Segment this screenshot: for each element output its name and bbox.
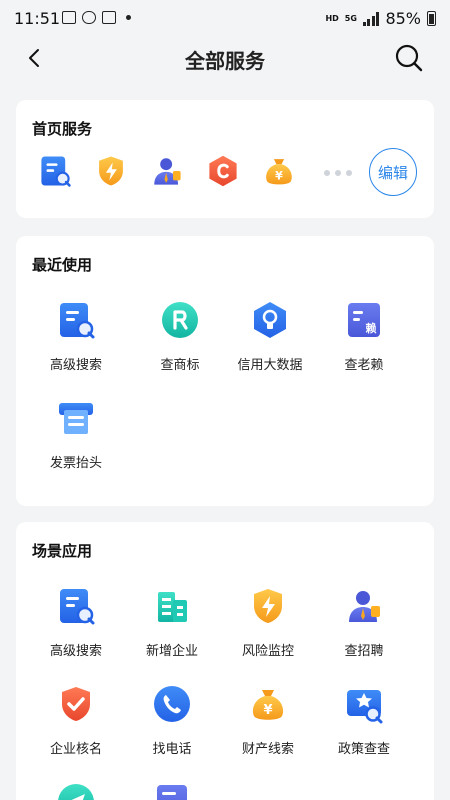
recent-item-label: 查商标 <box>160 358 200 373</box>
scene-item-label: 政策查查 <box>337 742 390 757</box>
status-bar: 11:51 HD 5G 85% <box>0 0 450 36</box>
home-services-title: 首页服务 <box>32 120 93 138</box>
scene-item-advanced-search[interactable]: 高级搜索 <box>24 586 128 659</box>
policy-icon <box>344 684 384 724</box>
home-services-card: 首页服务 编辑 <box>16 100 434 218</box>
scene-item-label: 新增企业 <box>145 644 198 659</box>
scene-item-label: 风险监控 <box>241 644 294 659</box>
signal-bars-icon <box>362 11 380 26</box>
risk-monitor-icon <box>248 586 288 626</box>
recent-item-trademark[interactable]: 查商标 <box>128 300 232 373</box>
scene-item-policy[interactable]: 政策查查 <box>312 684 416 757</box>
home-services-icons <box>38 154 296 188</box>
signal-type-label: 5G <box>344 14 357 23</box>
scene-item-label: 财产线索 <box>241 742 294 757</box>
scene-item-new-company[interactable]: 新增企业 <box>120 586 224 659</box>
edit-button[interactable]: 编辑 <box>369 148 417 196</box>
recruitment-icon <box>344 586 384 626</box>
scene-item-partial-1[interactable] <box>24 782 128 800</box>
document-icon <box>157 785 187 800</box>
notification-dot-icon <box>126 15 131 20</box>
recent-item-label: 查老赖 <box>344 358 384 373</box>
property-clue-icon <box>248 684 288 724</box>
scene-item-label: 企业核名 <box>49 742 102 757</box>
gallery-icon <box>62 11 76 24</box>
scenes-title: 场景应用 <box>32 542 93 560</box>
recruitment-icon[interactable] <box>150 154 184 188</box>
recent-item-credit-data[interactable]: 信用大数据 <box>218 300 322 373</box>
more-dots-icon <box>324 170 352 176</box>
risk-monitor-icon[interactable] <box>94 154 128 188</box>
trademark-icon <box>160 300 200 340</box>
scene-item-label: 查招聘 <box>344 644 384 659</box>
scenes-card: 场景应用 高级搜索 新增企业 风险监控 查招聘 企业核名 找电话 财产线索 政策… <box>16 522 434 800</box>
advanced-search-icon[interactable] <box>38 154 72 188</box>
new-company-icon <box>152 586 192 626</box>
recent-item-advanced-search[interactable]: 高级搜索 <box>24 300 128 373</box>
invoice-icon <box>56 398 96 438</box>
advanced-search-icon <box>56 586 96 626</box>
recent-item-label: 高级搜索 <box>49 358 102 373</box>
scene-item-label: 高级搜索 <box>49 644 102 659</box>
scene-item-name-check[interactable]: 企业核名 <box>24 684 128 757</box>
advanced-search-icon <box>56 300 96 340</box>
recent-item-label: 发票抬头 <box>49 456 102 471</box>
scene-item-label: 找电话 <box>152 742 192 757</box>
voicemail-icon <box>102 11 116 24</box>
page-title: 全部服务 <box>185 49 265 73</box>
copyright-icon[interactable] <box>206 154 240 188</box>
battery-percent: 85% <box>385 9 421 28</box>
recent-item-defaulter[interactable]: 查老赖 <box>312 300 416 373</box>
recent-card: 最近使用 高级搜索 查商标 信用大数据 查老赖 发票抬头 <box>16 236 434 506</box>
defaulter-icon <box>344 300 384 340</box>
phone-icon <box>152 684 192 724</box>
scene-item-risk-monitor[interactable]: 风险监控 <box>216 586 320 659</box>
credit-data-icon <box>250 300 290 340</box>
nav-bar: 全部服务 <box>0 36 450 80</box>
recent-title: 最近使用 <box>32 256 93 274</box>
recent-item-invoice[interactable]: 发票抬头 <box>24 398 128 471</box>
status-time: 11:51 <box>14 9 61 28</box>
network-hd-label: HD <box>325 14 339 23</box>
scene-item-phone[interactable]: 找电话 <box>120 684 224 757</box>
recent-item-label: 信用大数据 <box>237 358 303 373</box>
wechat-icon <box>82 11 96 24</box>
send-icon <box>58 784 94 800</box>
scene-item-property-clue[interactable]: 财产线索 <box>216 684 320 757</box>
battery-icon <box>427 11 436 26</box>
money-bag-icon[interactable] <box>262 154 296 188</box>
name-check-icon <box>56 684 96 724</box>
scene-item-partial-2[interactable] <box>120 782 224 800</box>
scene-item-recruitment[interactable]: 查招聘 <box>312 586 416 659</box>
search-icon[interactable] <box>394 43 424 73</box>
